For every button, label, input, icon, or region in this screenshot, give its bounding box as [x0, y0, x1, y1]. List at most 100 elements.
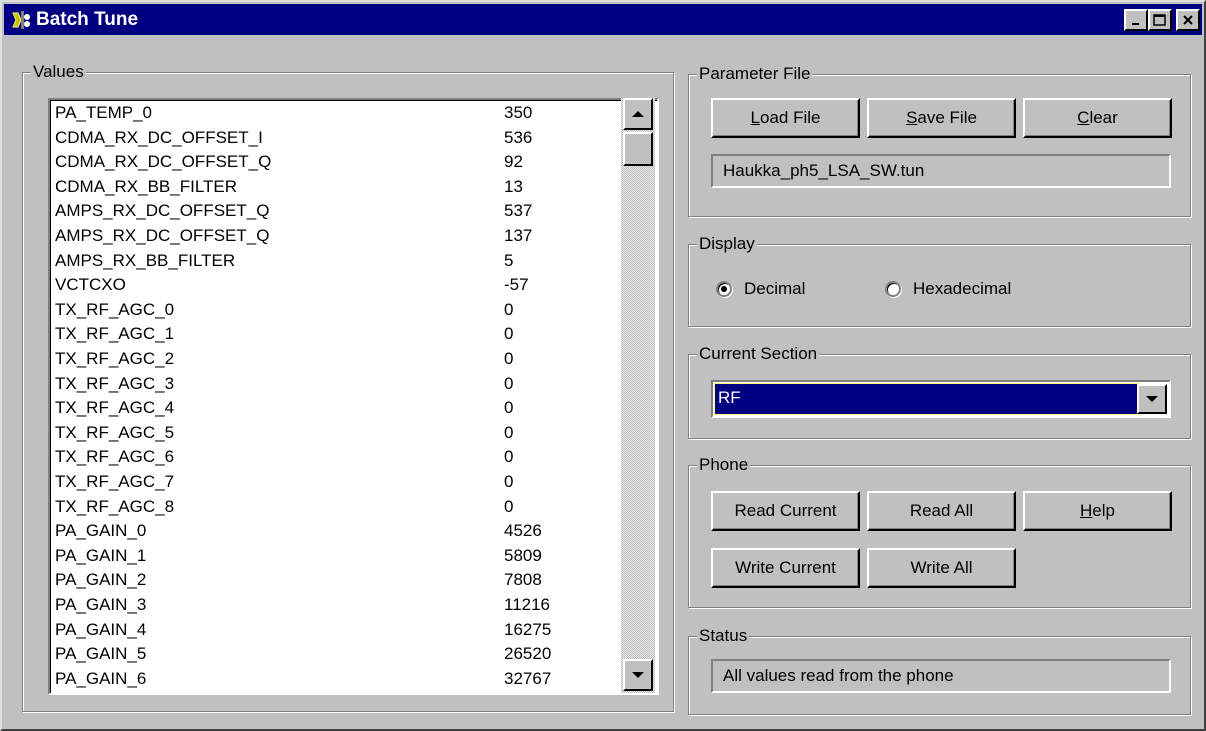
- values-listbox[interactable]: PA_TEMP_0 350 CDMA_RX_DC_OFFSET_I 536 CDMA_R…: [48, 98, 659, 695]
- save-file-label: ave File: [917, 108, 977, 127]
- minimize-icon: [1132, 23, 1139, 25]
- load-file-button[interactable]: Load File: [711, 98, 860, 138]
- parameter-name: TX_RF_AGC_3: [55, 373, 175, 393]
- load-file-mnemonic: L: [750, 108, 760, 127]
- parameter-value: 536: [504, 127, 533, 147]
- status-message: All values read from the phone: [711, 659, 1171, 693]
- parameter-name: PA_GAIN_6: [55, 668, 147, 688]
- parameter-value: 16275: [504, 619, 552, 639]
- batch-tune-window: Batch Tune Values PA_TEMP_0 350 CDMA_RX_DC…: [0, 0, 1206, 731]
- parameter-value: 7808: [504, 570, 542, 590]
- parameter-value: 0: [504, 324, 514, 344]
- values-list: PA_TEMP_0 350 CDMA_RX_DC_OFFSET_I 536 CDMA_R…: [50, 100, 657, 693]
- decimal-radio[interactable]: [716, 281, 732, 297]
- parameter-value: 5: [504, 250, 514, 270]
- phone-legend: Phone: [697, 455, 751, 475]
- parameter-name: PA_GAIN_5: [55, 644, 147, 664]
- parameter-name: PA_GAIN_0: [55, 521, 147, 541]
- app-icon: [12, 11, 30, 29]
- scroll-thumb[interactable]: [623, 132, 653, 166]
- arrow-up-icon: [632, 111, 644, 117]
- parameter-value: 537: [504, 201, 533, 221]
- parameter-name: AMPS_RX_DC_OFFSET_Q: [55, 201, 270, 221]
- close-icon: [1183, 15, 1193, 25]
- parameter-name: PA_GAIN_3: [55, 595, 147, 614]
- radio-selected-dot: [721, 286, 727, 292]
- parameter-value: 4526: [504, 521, 542, 541]
- chevron-down-icon: [1146, 396, 1158, 402]
- decimal-label[interactable]: Decimal: [744, 279, 805, 299]
- hexadecimal-radio[interactable]: [885, 281, 901, 297]
- window-title: Batch Tune: [36, 9, 139, 30]
- parameter-file-group: Parameter File: [688, 64, 1191, 217]
- current-section-value: RF: [714, 383, 1140, 415]
- maximize-icon: [1153, 14, 1166, 26]
- parameter-value: 13: [504, 176, 523, 196]
- current-section-select[interactable]: RF: [711, 380, 1171, 418]
- arrow-down-icon: [632, 672, 644, 678]
- clear-label: lear: [1089, 108, 1118, 127]
- parameter-value: 0: [504, 496, 514, 516]
- parameter-name: PA_TEMP_0: [55, 103, 153, 122]
- minimize-button[interactable]: [1124, 9, 1148, 31]
- parameter-name: TX_RF_AGC_8: [55, 496, 175, 516]
- parameter-name: VCTCXO: [55, 275, 126, 295]
- parameter-value: 5809: [504, 545, 542, 565]
- hexadecimal-label[interactable]: Hexadecimal: [913, 279, 1011, 299]
- display-legend: Display: [697, 234, 757, 254]
- parameter-value: 92: [504, 152, 523, 172]
- values-legend: Values: [31, 62, 86, 82]
- values-scrollbar[interactable]: [621, 98, 655, 693]
- parameter-value: 0: [504, 299, 514, 319]
- save-file-button[interactable]: Save File: [867, 98, 1016, 138]
- write-current-button[interactable]: Write Current: [711, 548, 860, 588]
- parameter-name: PA_GAIN_1: [55, 545, 147, 565]
- parameter-name: CDMA_RX_BB_FILTER: [55, 176, 238, 196]
- read-all-button[interactable]: Read All: [867, 491, 1016, 531]
- parameter-name: AMPS_RX_BB_FILTER: [55, 250, 236, 270]
- parameter-value: 0: [504, 472, 514, 491]
- parameter-name: AMPS_RX_DC_OFFSET_Q: [55, 226, 270, 245]
- parameter-value: 26520: [504, 644, 552, 664]
- parameter-value: 0: [504, 349, 514, 368]
- parameter-value: 0: [504, 447, 514, 467]
- parameter-name: TX_RF_AGC_5: [55, 422, 175, 442]
- parameter-value: 350: [504, 103, 533, 122]
- parameter-filename-field: Haukka_ph5_LSA_SW.tun: [711, 154, 1171, 188]
- load-file-label: oad File: [759, 108, 821, 127]
- title-bar[interactable]: Batch Tune: [4, 4, 1202, 35]
- help-mnemonic: H: [1080, 501, 1093, 520]
- help-label: elp: [1092, 501, 1115, 520]
- scroll-up-button[interactable]: [623, 98, 653, 130]
- parameter-value: 137: [504, 226, 533, 245]
- current-section-dropdown-button[interactable]: [1137, 384, 1167, 414]
- save-file-mnemonic: S: [906, 108, 918, 127]
- scroll-down-button[interactable]: [623, 659, 653, 691]
- parameter-value: 0: [504, 422, 514, 442]
- parameter-name: TX_RF_AGC_2: [55, 349, 175, 368]
- parameter-value: 32767: [504, 668, 552, 688]
- parameter-value: 11216: [504, 595, 551, 614]
- parameter-name: CDMA_RX_DC_OFFSET_Q: [55, 152, 272, 172]
- parameter-value: 0: [504, 373, 514, 393]
- parameter-file-legend: Parameter File: [697, 64, 813, 84]
- parameter-name: TX_RF_AGC_6: [55, 447, 175, 467]
- parameter-name: TX_RF_AGC_0: [55, 299, 175, 319]
- close-button[interactable]: [1176, 9, 1200, 31]
- parameter-name: TX_RF_AGC_4: [55, 398, 175, 418]
- status-legend: Status: [697, 626, 750, 646]
- clear-button[interactable]: Clear: [1023, 98, 1172, 138]
- parameter-name: TX_RF_AGC_7: [55, 472, 175, 491]
- current-section-legend: Current Section: [697, 344, 820, 364]
- write-all-button[interactable]: Write All: [867, 548, 1016, 588]
- parameter-value: 0: [504, 398, 514, 418]
- clear-mnemonic: C: [1077, 108, 1090, 127]
- maximize-button[interactable]: [1148, 9, 1172, 31]
- parameter-name: PA_GAIN_2: [55, 570, 147, 590]
- parameter-name: TX_RF_AGC_1: [55, 324, 175, 344]
- read-current-button[interactable]: Read Current: [711, 491, 860, 531]
- help-button[interactable]: Help: [1023, 491, 1172, 531]
- parameter-value: -57: [504, 275, 529, 295]
- parameter-name: CDMA_RX_DC_OFFSET_I: [55, 127, 263, 147]
- parameter-name: PA_GAIN_4: [55, 619, 147, 639]
